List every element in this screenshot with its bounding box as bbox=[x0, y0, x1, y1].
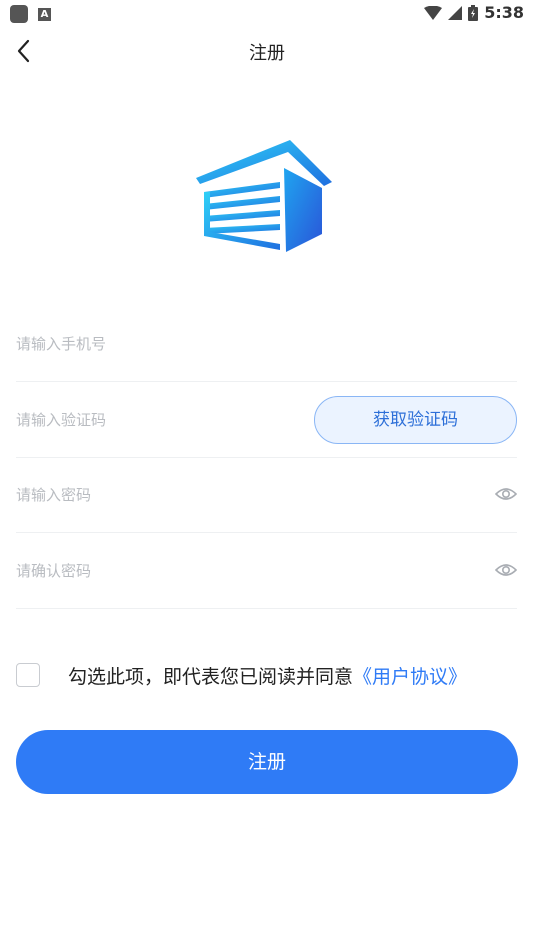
eye-icon[interactable] bbox=[495, 560, 517, 580]
code-input[interactable] bbox=[16, 382, 296, 457]
nav-bar: 注册 bbox=[0, 28, 534, 74]
confirm-password-field bbox=[16, 533, 517, 609]
confirm-password-input[interactable] bbox=[16, 533, 486, 608]
agreement-row: 勾选此项，即代表您已阅读并同意 《用户协议》 bbox=[16, 660, 526, 690]
register-button[interactable]: 注册 bbox=[16, 730, 518, 794]
phone-input[interactable] bbox=[16, 306, 486, 381]
password-input[interactable] bbox=[16, 457, 486, 532]
password-field bbox=[16, 457, 517, 533]
signal-icon bbox=[448, 5, 463, 20]
wifi-icon bbox=[424, 5, 443, 20]
phone-field bbox=[16, 306, 517, 382]
get-code-button[interactable]: 获取验证码 bbox=[314, 396, 517, 444]
agreement-text: 勾选此项，即代表您已阅读并同意 bbox=[68, 665, 354, 688]
status-left: A bbox=[10, 5, 51, 23]
code-field: 获取验证码 bbox=[16, 382, 517, 458]
app-badge-icon: A bbox=[38, 7, 51, 21]
page-title: 注册 bbox=[249, 43, 285, 64]
battery-icon bbox=[468, 4, 479, 21]
status-bar: A 5:38 bbox=[0, 0, 534, 28]
warehouse-logo-icon bbox=[196, 140, 332, 252]
status-right: 5:38 bbox=[424, 3, 524, 22]
user-agreement-link[interactable]: 《用户协议》 bbox=[353, 662, 467, 689]
notification-icon bbox=[10, 5, 28, 23]
agreement-checkbox[interactable] bbox=[16, 663, 40, 687]
eye-icon[interactable] bbox=[495, 484, 517, 504]
clock: 5:38 bbox=[484, 3, 524, 22]
